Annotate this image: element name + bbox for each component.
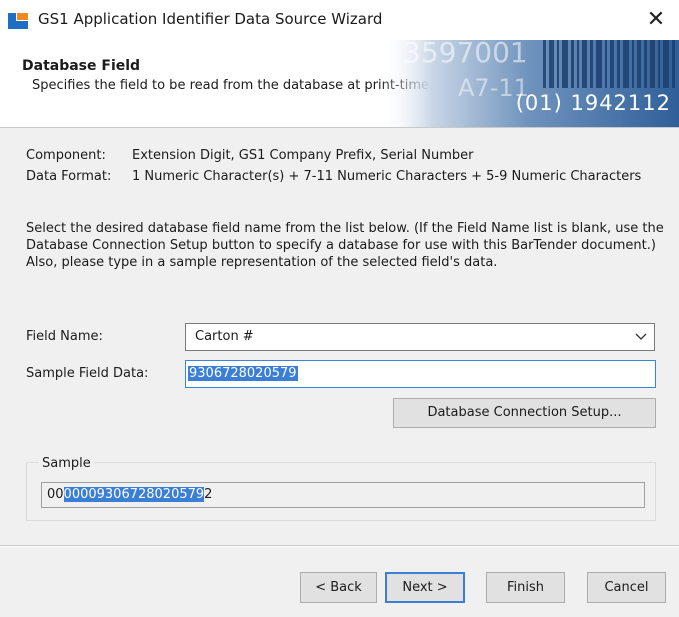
sample-highlighted: 00009306728020579 [63,487,205,502]
sample-output-text: 00000093067280205792 [47,487,212,502]
sample-group-label: Sample [39,456,94,471]
sample-field-data-value: 9306728020579 [188,366,298,381]
chevron-down-icon [635,333,647,340]
title-bar: GS1 Application Identifier Data Source W… [0,0,679,40]
instructions-line-1: Select the desired database field name f… [26,221,664,253]
sample-suffix: 2 [204,487,213,502]
cancel-button[interactable]: Cancel [587,572,666,603]
field-name-label: Field Name: [26,329,103,344]
next-button[interactable]: Next > [385,572,465,603]
finish-button[interactable]: Finish [486,572,565,603]
banner-gtin-text: (01) 1942112 [515,91,671,115]
sample-field-data-input[interactable]: 9306728020579 [185,360,656,388]
component-label: Component: [26,148,106,163]
sample-output-field: 00000093067280205792 [41,482,645,508]
close-icon: ✕ [646,7,666,32]
data-format-label: Data Format: [26,169,112,184]
data-format-value: 1 Numeric Character(s) + 7-11 Numeric Ch… [132,169,642,184]
database-connection-setup-button[interactable]: Database Connection Setup... [393,398,656,428]
back-button[interactable]: < Back [300,572,377,603]
field-name-value: Carton # [195,329,254,344]
wizard-header: Database Field Specifies the field to be… [0,40,679,128]
sample-prefix: 00 [47,487,64,502]
component-value: Extension Digit, GS1 Company Prefix, Ser… [132,148,474,163]
window-title: GS1 Application Identifier Data Source W… [38,10,383,28]
banner-decor-text-1: 3597001 [403,40,528,69]
field-name-dropdown[interactable]: Carton # [185,323,655,351]
sample-field-data-label: Sample Field Data: [26,366,149,381]
close-button[interactable]: ✕ [633,0,679,40]
instructions: Select the desired database field name f… [26,220,666,271]
page-subtitle: Specifies the field to be read from the … [32,78,434,93]
footer-divider [0,545,679,547]
bartender-app-icon [8,13,28,29]
page-title: Database Field [22,58,141,74]
instructions-line-2: Also, please type in a sample representa… [26,255,498,270]
wizard-window: GS1 Application Identifier Data Source W… [0,0,679,617]
